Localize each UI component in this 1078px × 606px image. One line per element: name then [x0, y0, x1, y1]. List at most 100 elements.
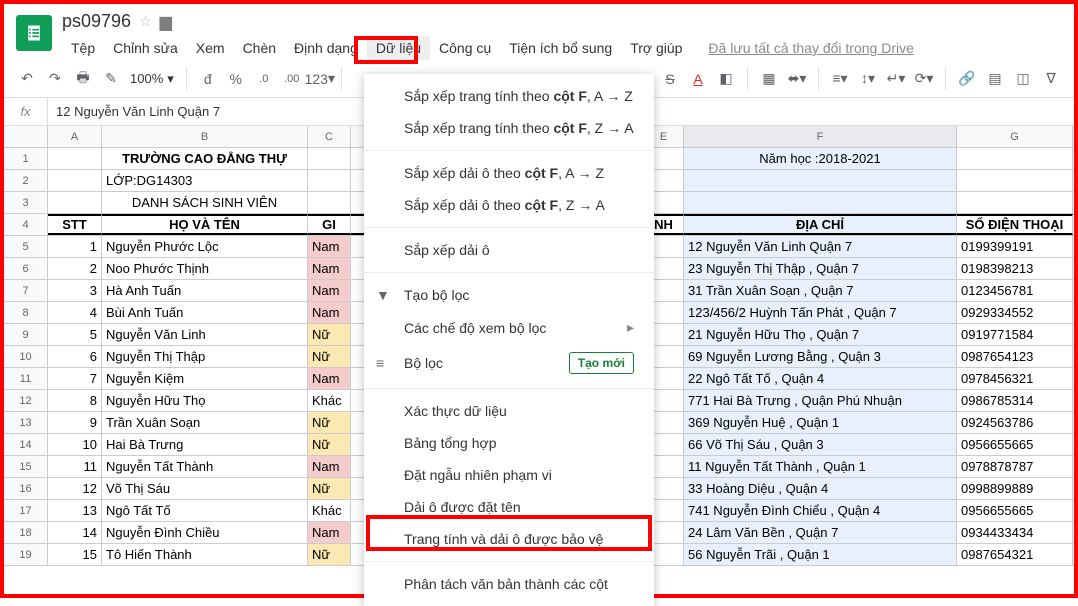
row-header[interactable]: 12 [4, 390, 48, 411]
col-header-F[interactable]: F [684, 126, 957, 147]
cell-phone[interactable]: 0978456321 [957, 368, 1073, 389]
undo-icon[interactable]: ↶ [14, 66, 40, 92]
cell-gender[interactable]: Nam [308, 302, 351, 323]
row-header[interactable]: 4 [4, 214, 48, 235]
cell-stt[interactable]: 3 [48, 280, 102, 301]
cell-name[interactable]: Nguyễn Văn Linh [102, 324, 308, 345]
cell[interactable] [957, 170, 1073, 191]
cell-address[interactable]: 369 Nguyễn Huệ , Quận 1 [684, 412, 957, 433]
cell-phone[interactable]: 0199399191 [957, 236, 1073, 257]
cell-stt[interactable]: 13 [48, 500, 102, 521]
menu-trợ-giúp[interactable]: Trợ giúp [621, 36, 691, 60]
dd-pivot[interactable]: Bảng tổng hợp [364, 427, 654, 459]
col-header-B[interactable]: B [102, 126, 308, 147]
format-num[interactable]: 123▾ [307, 66, 333, 92]
dd-sort-sheet-az[interactable]: Sắp xếp trang tính theo cột F, A → Z [364, 80, 654, 112]
percent-icon[interactable]: % [223, 66, 249, 92]
wrap-icon[interactable]: ↵▾ [883, 66, 909, 92]
cell-address[interactable]: 22 Ngô Tất Tố , Quận 4 [684, 368, 957, 389]
cell-name[interactable]: Tô Hiến Thành [102, 544, 308, 565]
cell-phone[interactable]: 0998899889 [957, 478, 1073, 499]
print-icon[interactable]: 🖶 [70, 66, 96, 92]
dd-filter[interactable]: ≡Bộ lọcTạo mới [364, 344, 654, 382]
row-header[interactable]: 17 [4, 500, 48, 521]
cell-phone[interactable]: 0929334552 [957, 302, 1073, 323]
redo-icon[interactable]: ↷ [42, 66, 68, 92]
list-title[interactable]: DANH SÁCH SINH VIÊN [102, 192, 308, 213]
cell[interactable] [957, 192, 1073, 213]
comment-icon[interactable]: ▤ [982, 66, 1008, 92]
cell-address[interactable]: 24 Lâm Văn Bền , Quận 7 [684, 522, 957, 543]
dec-decrease-icon[interactable]: .0 [251, 66, 277, 92]
hdr-stt[interactable]: STT [48, 214, 102, 235]
row-header[interactable]: 6 [4, 258, 48, 279]
cell-gender[interactable]: Nam [308, 280, 351, 301]
row-header[interactable]: 9 [4, 324, 48, 345]
cell-gender[interactable]: Nữ [308, 324, 351, 345]
cell-name[interactable]: Nguyễn Hữu Thọ [102, 390, 308, 411]
cell-stt[interactable]: 8 [48, 390, 102, 411]
cell-gender[interactable]: Nữ [308, 544, 351, 565]
col-header-C[interactable]: C [308, 126, 351, 147]
cell-address[interactable]: 66 Võ Thị Sáu , Quận 3 [684, 434, 957, 455]
row-header[interactable]: 7 [4, 280, 48, 301]
row-header[interactable]: 10 [4, 346, 48, 367]
hdr-dt[interactable]: SỐ ĐIỆN THOẠI [957, 214, 1073, 235]
dd-sort-range-az[interactable]: Sắp xếp dải ô theo cột F, A → Z [364, 157, 654, 189]
cell-phone[interactable]: 0987654123 [957, 346, 1073, 367]
halign-icon[interactable]: ≡▾ [827, 66, 853, 92]
cell-address[interactable]: 69 Nguyễn Lương Bằng , Quận 3 [684, 346, 957, 367]
cell[interactable] [48, 170, 102, 191]
menu-chỉnh-sửa[interactable]: Chỉnh sửa [104, 36, 187, 60]
dd-sort-range[interactable]: Sắp xếp dải ô [364, 234, 654, 266]
cell-address[interactable]: 56 Nguyễn Trãi , Quận 1 [684, 544, 957, 565]
cell-address[interactable]: 23 Nguyễn Thị Thập , Quận 7 [684, 258, 957, 279]
cell[interactable] [308, 148, 351, 169]
cell-gender[interactable]: Nữ [308, 412, 351, 433]
borders-icon[interactable]: ▦ [756, 66, 782, 92]
cell-stt[interactable]: 4 [48, 302, 102, 323]
cell-gender[interactable]: Nam [308, 236, 351, 257]
cell-name[interactable]: Nguyễn Đình Chiều [102, 522, 308, 543]
cell-name[interactable]: Noo Phước Thịnh [102, 258, 308, 279]
dd-randomize[interactable]: Đặt ngẫu nhiên phạm vi [364, 459, 654, 491]
currency-icon[interactable]: đ [195, 66, 221, 92]
cell-address[interactable]: 741 Nguyễn Đình Chiểu , Quận 4 [684, 500, 957, 521]
cell-name[interactable]: Nguyễn Kiệm [102, 368, 308, 389]
cell-stt[interactable]: 5 [48, 324, 102, 345]
dd-protected[interactable]: Trang tính và dải ô được bảo vệ [364, 523, 654, 555]
row-header[interactable]: 5 [4, 236, 48, 257]
dd-sort-sheet-za[interactable]: Sắp xếp trang tính theo cột F, Z → A [364, 112, 654, 144]
doc-title[interactable]: ps09796 [62, 11, 131, 32]
folder-icon[interactable]: ▆ [160, 12, 172, 32]
col-header-G[interactable]: G [957, 126, 1073, 147]
row-header[interactable]: 14 [4, 434, 48, 455]
hdr-diachi[interactable]: ĐỊA CHỈ [684, 214, 957, 235]
cell-stt[interactable]: 14 [48, 522, 102, 543]
cell-gender[interactable]: Nam [308, 258, 351, 279]
cell-name[interactable]: Bùi Anh Tuấn [102, 302, 308, 323]
row-header[interactable]: 13 [4, 412, 48, 433]
cell-name[interactable]: Nguyễn Phước Lộc [102, 236, 308, 257]
row-header[interactable]: 18 [4, 522, 48, 543]
dd-data-validation[interactable]: Xác thực dữ liệu [364, 395, 654, 427]
dd-create-filter[interactable]: ▼Tạo bộ lọc [364, 279, 654, 311]
cell-address[interactable]: 12 Nguyễn Văn Linh Quận 7 [684, 236, 957, 257]
cell[interactable] [684, 192, 957, 213]
cell-gender[interactable]: Khác [308, 500, 351, 521]
cell-stt[interactable]: 9 [48, 412, 102, 433]
row-header[interactable]: 16 [4, 478, 48, 499]
cell[interactable] [48, 148, 102, 169]
sheets-logo[interactable] [16, 15, 52, 51]
cell-address[interactable]: 33 Hoàng Diệu , Quận 4 [684, 478, 957, 499]
new-filter-button[interactable]: Tạo mới [569, 352, 634, 374]
menu-xem[interactable]: Xem [187, 36, 234, 60]
row-header[interactable]: 1 [4, 148, 48, 169]
menu-tệp[interactable]: Tệp [62, 36, 104, 60]
dd-sort-range-za[interactable]: Sắp xếp dải ô theo cột F, Z → A [364, 189, 654, 221]
cell-gender[interactable]: Nữ [308, 434, 351, 455]
filter-icon[interactable]: ∇ [1038, 66, 1064, 92]
cell-stt[interactable]: 6 [48, 346, 102, 367]
cell-address[interactable]: 31 Trần Xuân Soạn , Quận 7 [684, 280, 957, 301]
paint-icon[interactable]: ✎ [98, 66, 124, 92]
